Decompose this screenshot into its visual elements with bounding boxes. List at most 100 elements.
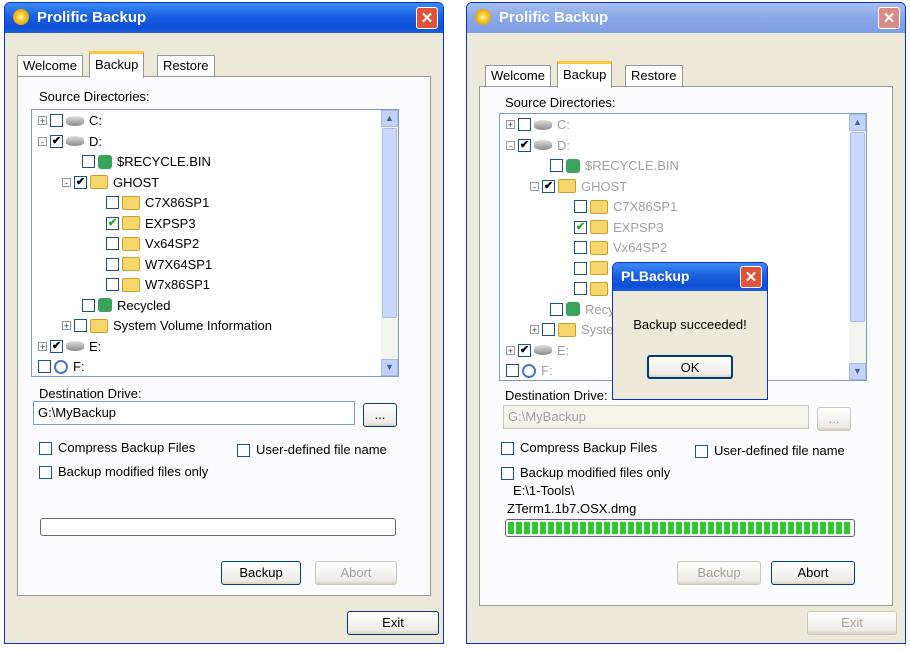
tree-item[interactable]: + C: — [506, 116, 570, 136]
tree-checkbox[interactable] — [38, 360, 51, 374]
tree-checkbox[interactable]: ✔ — [542, 179, 555, 193]
tree-item[interactable]: C7X86SP1 — [574, 198, 677, 218]
tree-item[interactable]: + ✔ E: — [506, 342, 569, 362]
title-bar[interactable]: Prolific Backup ✕ — [5, 3, 443, 33]
tab-backup[interactable]: Backup — [557, 61, 613, 88]
tree-item[interactable]: - ✔ D: — [38, 133, 102, 153]
drive-icon — [534, 140, 552, 151]
tree-checkbox[interactable] — [542, 323, 555, 337]
tab-welcome[interactable]: Welcome — [485, 65, 551, 87]
tree-item-label: W7X64SP1 — [145, 256, 213, 272]
backup-button[interactable]: Backup — [677, 561, 761, 585]
scroll-thumb[interactable] — [850, 132, 865, 322]
tree-checkbox[interactable] — [106, 196, 119, 210]
tree-item[interactable]: ✔ EXPSP3 — [574, 219, 664, 239]
tree-item[interactable]: + System Volume Information — [62, 317, 272, 337]
tree-checkbox[interactable] — [506, 364, 519, 378]
expand-icon[interactable]: + — [62, 321, 71, 331]
destination-drive-field[interactable]: G:\MyBackup — [503, 405, 809, 429]
dialog-title-bar[interactable]: PLBackup ✕ — [613, 263, 767, 291]
tree-checkbox[interactable]: ✔ — [574, 220, 587, 234]
tree-checkbox[interactable]: ✔ — [50, 339, 63, 353]
browse-button[interactable]: ... — [817, 407, 851, 431]
collapse-icon[interactable]: - — [38, 136, 47, 146]
tree-checkbox[interactable]: ✔ — [518, 138, 531, 152]
expand-icon[interactable]: + — [38, 341, 47, 351]
tree-item[interactable]: + C: — [38, 112, 102, 132]
abort-button[interactable]: Abort — [771, 561, 855, 585]
tree-checkbox[interactable] — [106, 278, 119, 292]
tree-item[interactable]: $RECYCLE.BIN — [550, 157, 679, 177]
expand-icon[interactable]: + — [38, 116, 47, 126]
tree-checkbox[interactable] — [82, 155, 95, 169]
tab-backup[interactable]: Backup — [89, 51, 145, 78]
scroll-down-icon[interactable]: ▼ — [381, 359, 398, 376]
tree-checkbox[interactable] — [574, 200, 587, 214]
tree-checkbox[interactable] — [518, 118, 531, 132]
tree-checkbox[interactable]: ✔ — [50, 134, 63, 148]
tree-checkbox[interactable]: ✔ — [518, 343, 531, 357]
tree-item[interactable]: ✔ EXPSP3 — [106, 215, 196, 235]
tree-checkbox[interactable] — [574, 261, 587, 275]
tree-scrollbar[interactable]: ▲ ▼ — [381, 110, 398, 376]
destination-drive-field[interactable]: G:\MyBackup — [33, 401, 355, 425]
close-button[interactable]: ✕ — [878, 7, 900, 29]
expand-icon[interactable]: + — [506, 120, 515, 130]
tree-checkbox[interactable] — [74, 319, 87, 333]
collapse-icon[interactable]: - — [530, 181, 539, 191]
scroll-up-icon[interactable]: ▲ — [381, 110, 398, 127]
tab-restore[interactable]: Restore — [625, 65, 683, 87]
title-bar[interactable]: Prolific Backup ✕ — [467, 3, 905, 33]
tree-checkbox[interactable] — [574, 241, 587, 255]
tree-checkbox[interactable]: ✔ — [106, 216, 119, 230]
expand-icon[interactable]: + — [530, 325, 539, 335]
exit-button[interactable]: Exit — [347, 611, 439, 635]
tree-scrollbar[interactable]: ▲ ▼ — [849, 114, 866, 380]
tree-checkbox[interactable]: ✔ — [74, 175, 87, 189]
tree-item[interactable]: Vx64SP2 — [106, 235, 199, 255]
user-defined-filename-checkbox[interactable]: User-defined file name — [695, 443, 845, 459]
tree-item[interactable]: C7X86SP1 — [106, 194, 209, 214]
collapse-icon[interactable]: - — [506, 140, 515, 150]
tree-checkbox[interactable] — [50, 114, 63, 128]
close-button[interactable]: ✕ — [740, 266, 762, 288]
tree-item[interactable]: Recycled — [82, 297, 170, 317]
tree-item[interactable]: W7x86SP1 — [106, 276, 210, 296]
tree-item[interactable]: - ✔ D: — [506, 137, 570, 157]
scroll-up-icon[interactable]: ▲ — [849, 114, 866, 131]
compress-backup-checkbox[interactable]: Compress Backup Files — [39, 440, 195, 456]
scroll-thumb[interactable] — [382, 128, 397, 318]
tree-checkbox[interactable] — [550, 159, 563, 173]
tab-welcome[interactable]: Welcome — [17, 55, 83, 77]
expand-icon[interactable]: + — [506, 345, 515, 355]
tree-checkbox[interactable] — [82, 298, 95, 312]
tree-item[interactable]: + ✔ E: — [38, 338, 101, 358]
tab-restore[interactable]: Restore — [157, 55, 215, 77]
status-current-path: E:\1-Tools\ — [513, 483, 575, 498]
tree-item[interactable]: Vx64SP2 — [574, 239, 667, 259]
modified-files-only-checkbox[interactable]: Backup modified files only — [501, 465, 670, 481]
backup-button[interactable]: Backup — [221, 561, 301, 585]
modified-files-only-checkbox[interactable]: Backup modified files only — [39, 464, 208, 480]
tree-item[interactable]: $RECYCLE.BIN — [82, 153, 211, 173]
exit-button[interactable]: Exit — [807, 611, 897, 635]
ok-button[interactable]: OK — [647, 355, 733, 379]
abort-button[interactable]: Abort — [315, 561, 397, 585]
tree-item[interactable]: W7X64SP1 — [106, 256, 212, 276]
source-directory-tree[interactable]: ▲ ▼ + C: - ✔ D: $RECYCLE.BIN - ✔ GHOST C7X86SP1 ✔ E… — [31, 109, 399, 377]
user-defined-filename-checkbox[interactable]: User-defined file name — [237, 442, 387, 458]
collapse-icon[interactable]: - — [62, 177, 71, 187]
tree-checkbox[interactable] — [574, 282, 587, 296]
tree-item[interactable]: F: — [38, 358, 85, 376]
compress-backup-checkbox[interactable]: Compress Backup Files — [501, 440, 657, 456]
tree-checkbox[interactable] — [106, 257, 119, 271]
tree-item[interactable]: - ✔ GHOST — [530, 178, 627, 198]
browse-button[interactable]: ... — [363, 403, 397, 427]
drive-icon — [534, 119, 552, 130]
tree-item[interactable]: F: — [506, 362, 553, 380]
tree-checkbox[interactable] — [550, 302, 563, 316]
tree-item[interactable]: - ✔ GHOST — [62, 174, 159, 194]
scroll-down-icon[interactable]: ▼ — [849, 363, 866, 380]
tree-checkbox[interactable] — [106, 237, 119, 251]
close-button[interactable]: ✕ — [416, 7, 438, 29]
